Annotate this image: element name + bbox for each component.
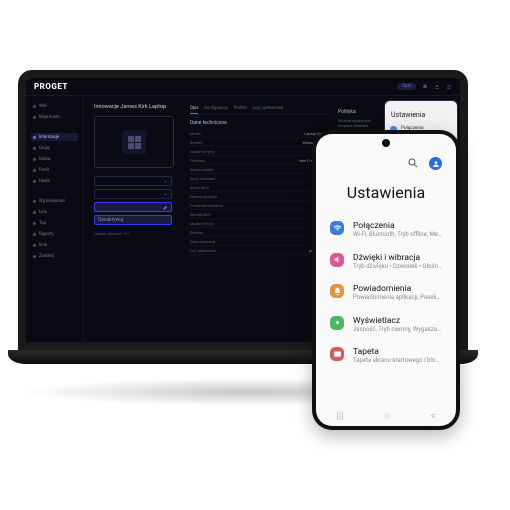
net-icon <box>330 221 344 235</box>
nav-back-icon[interactable]: < <box>431 411 436 422</box>
spec-row: Ost. aktywnośćprzed chwilą <box>190 246 330 255</box>
sidebar-item-6[interactable]: Hasła <box>31 177 78 185</box>
spec-row: SystemWindows 10 Pro <box>190 138 330 147</box>
header-pill[interactable]: Opis <box>397 83 416 90</box>
foreground-phone: Ustawienia PołączeniaWi-Fi, Bluetooth, T… <box>312 130 460 430</box>
sidebar-item-5[interactable]: Profil <box>31 166 78 174</box>
sidebar-item-12[interactable]: Zamknij <box>31 252 78 260</box>
spec-column: Opis Konfiguracja Profilki Logi systemowe D… <box>190 104 330 336</box>
spec-row: ProcesorIntel i7-xxxxxxxxxx <box>190 156 330 165</box>
sidebar-item-1[interactable]: Moje konto <box>31 113 78 121</box>
windows-icon <box>122 130 146 154</box>
tab-1[interactable]: Konfiguracja <box>204 104 227 114</box>
brand-logo: PROGET <box>34 82 68 91</box>
nav-home-icon[interactable]: ○ <box>384 411 390 422</box>
device-thumbnail <box>94 116 174 168</box>
sidebar-item-9[interactable]: Top <box>31 219 78 227</box>
profile-avatar-icon[interactable] <box>429 157 442 170</box>
sidebar-item-3[interactable]: Grupy <box>31 144 78 152</box>
user-icon[interactable] <box>434 84 440 90</box>
android-nav-bar: ||| ○ < <box>316 411 456 422</box>
search-icon[interactable] <box>407 154 419 173</box>
bell-icon[interactable] <box>422 84 428 90</box>
device-edit-button[interactable] <box>94 202 172 212</box>
settings-item-bell[interactable]: PowiadomieniaPowiadomienia aplikacji, Pa… <box>328 277 444 309</box>
spec-heading: Dane techniczne <box>190 120 330 126</box>
spec-row: SerwisyTak <box>190 228 330 237</box>
spec-row: Numer seryjny5N7H4J <box>190 147 330 156</box>
sidebar-item-11[interactable]: Inne <box>31 241 78 249</box>
device-action-1[interactable] <box>94 176 172 186</box>
device-primary-button[interactable]: Dezaktywuj <box>94 215 172 225</box>
wall-icon <box>330 347 344 361</box>
sidebar: Wiki Moje konto Informacje Grupy Ustaw. Profi… <box>26 96 84 342</box>
header-actions: Opis <box>397 83 452 90</box>
sidebar-item-7[interactable]: Wg kolejnosci <box>31 197 78 205</box>
spec-row: Wersja BIOS1.2 <box>190 210 330 219</box>
bell-icon <box>330 284 344 298</box>
spec-row: Nazwa systemuJK-17 <box>190 192 330 201</box>
tab-3[interactable]: Logi systemowe <box>253 104 283 114</box>
sidebar-item-10[interactable]: Raporty <box>31 230 78 238</box>
nav-recent-icon[interactable]: ||| <box>336 411 343 422</box>
menu-icon[interactable] <box>446 84 452 90</box>
settings-item-wall[interactable]: TapetaTapeta ekranu startowego i blokady <box>328 340 444 372</box>
dashboard-header: PROGET Opis <box>26 78 460 96</box>
spec-row: Wolna pamięć8/16 GB <box>190 165 330 174</box>
sidebar-item-8[interactable]: Link <box>31 208 78 216</box>
snd-icon <box>330 253 344 267</box>
sidebar-item-2[interactable]: Informacje <box>31 133 78 141</box>
device-title: Innowacje James Kirk Laptop <box>94 104 182 110</box>
sidebar-item-4[interactable]: Ustaw. <box>31 155 78 163</box>
sidebar-item-0[interactable]: Wiki <box>31 102 78 110</box>
spec-row: Data rejestracji22-06 <box>190 237 330 246</box>
phone-page-title: Ustawienia <box>316 183 456 202</box>
detail-tabs: Opis Konfiguracja Profilki Logi systemowe <box>190 104 330 115</box>
spec-row: Model płyty gł.B460 <box>190 219 330 228</box>
spec-row: Producent systemu— <box>190 201 330 210</box>
device-action-2[interactable] <box>94 189 172 199</box>
phone-screen: Ustawienia PołączeniaWi-Fi, Bluetooth, T… <box>316 134 456 426</box>
spec-row: ModelLaptop Generic <box>190 129 330 138</box>
device-column: Innowacje James Kirk Laptop Dezaktywuj <box>94 104 182 336</box>
camera-notch <box>382 139 390 147</box>
settings-item-snd[interactable]: Dźwięki i wibracjaTryb dźwięku • Dzwonek… <box>328 246 444 278</box>
tab-2[interactable]: Profilki <box>234 104 247 114</box>
spec-row: Adres MAC00:1A <box>190 183 330 192</box>
spec-row: Karty siecioweWiFi, LAN <box>190 174 330 183</box>
mini-phone-title: Ustawienia <box>385 101 457 123</box>
settings-item-disp[interactable]: WyświetlaczJasność, Tryb ciemny, Wygasza… <box>328 309 444 341</box>
settings-item-net[interactable]: PołączeniaWi-Fi, Bluetooth, Tryb offline… <box>328 214 444 246</box>
device-status-line: Update: aktywne 74% <box>94 231 182 236</box>
disp-icon <box>330 316 344 330</box>
tab-0[interactable]: Opis <box>190 104 198 114</box>
